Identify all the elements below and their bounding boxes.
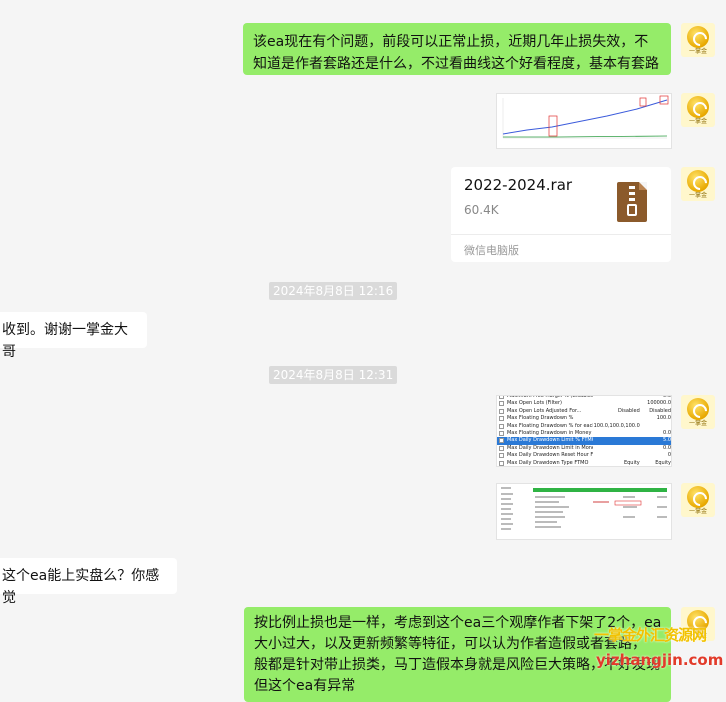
setting-default: 100000.0 (647, 400, 671, 407)
setting-value: Disabled (618, 407, 640, 414)
setting-default (640, 423, 671, 430)
checkbox-icon (499, 408, 504, 414)
checkbox-icon (499, 416, 504, 422)
avatar-label: 一掌金 (688, 420, 707, 427)
logo-icon (687, 486, 709, 508)
setting-default: Disabled (649, 407, 671, 414)
avatar-label: 一掌金 (688, 192, 707, 199)
settings-row: Max Open Lots (Filter) 100000.0 (497, 400, 671, 407)
avatar[interactable]: 一掌金 (681, 395, 715, 429)
setting-key: Max Daily Drawdown Type FTMO (506, 459, 589, 466)
settings-row: Max Floating Drawdown % for each Symb...… (497, 423, 671, 430)
checkbox-icon (499, 453, 504, 459)
checkbox-icon (499, 401, 504, 407)
settings-row: Max Floating Drawdown % 100.0 (497, 415, 671, 422)
setting-key: Max Open Lots (Filter) (506, 400, 563, 407)
settings-screenshot-image[interactable]: Maximum Free Margin % (Disabled) 0.0 Max O… (496, 395, 672, 467)
setting-value (593, 437, 640, 444)
file-source-label: 微信电脑版 (464, 244, 519, 257)
watermark-title: 一掌金外汇资源网 (594, 626, 707, 644)
avatar[interactable]: 一掌金 (681, 23, 715, 57)
setting-default: 5.0 (663, 437, 671, 444)
checkbox-icon (499, 445, 504, 451)
setting-key: Max Floating Drawdown in Money ($=disa..… (506, 430, 593, 437)
avatar[interactable]: 一掌金 (681, 93, 715, 127)
avatar-label: 一掌金 (688, 48, 707, 55)
logo-icon (687, 398, 709, 420)
file-size: 60.4K (464, 203, 499, 217)
equity-curve-graphic (497, 94, 671, 148)
settings-row: Max Daily Drawdown Limit in Money FTM...… (497, 445, 671, 452)
setting-default: Equity (655, 459, 671, 466)
report-graphic (497, 484, 671, 539)
message-text: 收到。谢谢一掌金大哥 (2, 322, 128, 360)
setting-default: 0.0 (663, 430, 671, 437)
watermark-url: yizhangjin.com (596, 651, 724, 669)
setting-value: 100.0,100.0,100.0 (593, 422, 640, 429)
incoming-message-bubble[interactable]: 这个ea能上实盘么？你感觉 (0, 558, 177, 606)
timestamp: 2024年8月8日 12:16 (269, 282, 398, 300)
setting-default: 100.0 (656, 415, 671, 422)
chart-screenshot-image[interactable] (496, 93, 672, 149)
logo-icon (687, 96, 709, 118)
setting-default: 0.0 (663, 444, 671, 451)
setting-value (593, 430, 640, 437)
setting-key: Max Daily Drawdown Reset Hour FTMO R... (506, 452, 593, 459)
file-name: 2022-2024.rar (464, 176, 573, 194)
setting-key: Max Floating Drawdown % (506, 415, 574, 422)
checkbox-icon (499, 396, 504, 399)
logo-icon (687, 26, 709, 48)
setting-value: Equity (623, 459, 640, 466)
settings-row: Max Daily Drawdown Type FTMO Equity Equity (497, 459, 671, 466)
settings-row: Max Open Lots Adjusted For... Disabled Dis… (497, 408, 671, 415)
checkbox-icon (499, 423, 504, 429)
setting-value (593, 415, 640, 422)
avatar-label: 一掌金 (688, 508, 707, 515)
message-text: 该ea现在有个问题，前段可以正常止损，近期几年止损失效，不知道是作者套路还是什么… (253, 34, 659, 72)
file-attachment-card[interactable]: 2022-2024.rar 60.4K 微信电脑版 (451, 167, 671, 262)
message-text-line: 但这个ea有异常 (254, 678, 356, 694)
setting-key: Max Daily Drawdown Limit % FTMO Rules (506, 437, 593, 444)
setting-value (593, 452, 640, 459)
setting-key: Max Floating Drawdown % for each Symb... (506, 422, 593, 429)
incoming-message-bubble[interactable]: 收到。谢谢一掌金大哥 (0, 312, 147, 360)
setting-value (593, 445, 640, 452)
divider (451, 234, 671, 235)
settings-row: Max Floating Drawdown in Money ($=disa..… (497, 430, 671, 437)
settings-row: Max Daily Drawdown Reset Hour FTMO R... 0 (497, 452, 671, 459)
report-screenshot-image[interactable] (496, 483, 672, 540)
avatar[interactable]: 一掌金 (681, 167, 715, 201)
checkbox-icon (499, 438, 504, 444)
timestamp: 2024年8月8日 12:31 (269, 366, 398, 384)
avatar-label: 一掌金 (688, 118, 707, 125)
logo-icon (687, 170, 709, 192)
setting-key: Max Open Lots Adjusted For... (506, 407, 582, 414)
checkbox-icon (499, 431, 504, 437)
avatar[interactable]: 一掌金 (681, 483, 715, 517)
settings-table: Maximum Free Margin % (Disabled) 0.0 Max O… (497, 396, 671, 466)
zip-archive-icon (617, 182, 647, 222)
settings-row: Max Daily Drawdown Limit % FTMO Rules 5.0 (497, 437, 671, 445)
outgoing-message-bubble[interactable]: 该ea现在有个问题，前段可以正常止损，近期几年止损失效，不知道是作者套路还是什么… (243, 23, 671, 75)
message-text: 这个ea能上实盘么？你感觉 (2, 568, 160, 606)
watermark: 一掌金外汇资源网 yizhangjin.com (594, 624, 724, 669)
setting-value (593, 400, 640, 407)
setting-key: Max Daily Drawdown Limit in Money FTM... (506, 444, 593, 451)
checkbox-icon (499, 460, 504, 466)
setting-default: 0 (667, 452, 671, 459)
